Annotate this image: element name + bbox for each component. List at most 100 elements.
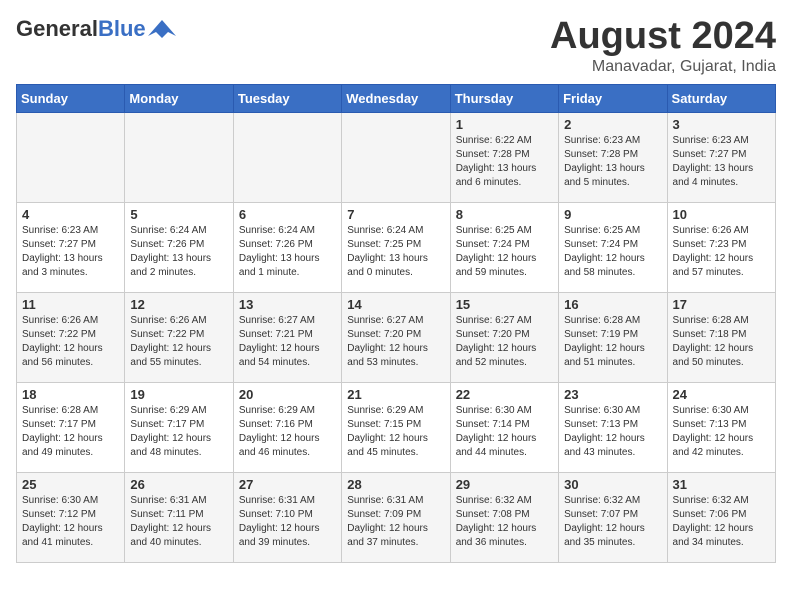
day-number: 24 [673,387,770,402]
subtitle: Manavadar, Gujarat, India [550,58,776,76]
calendar-day-header: Monday [125,84,233,112]
logo-text: GeneralBlue [16,16,146,42]
day-info: Sunrise: 6:25 AM Sunset: 7:24 PM Dayligh… [456,224,553,280]
day-info: Sunrise: 6:28 AM Sunset: 7:19 PM Dayligh… [564,314,661,370]
calendar-cell: 19 Sunrise: 6:29 AM Sunset: 7:17 PM Dayli… [125,382,233,472]
calendar-cell [17,112,125,202]
day-info: Sunrise: 6:28 AM Sunset: 7:18 PM Dayligh… [673,314,770,370]
calendar-day-header: Friday [559,84,667,112]
day-info: Sunrise: 6:32 AM Sunset: 7:08 PM Dayligh… [456,494,553,550]
day-info: Sunrise: 6:30 AM Sunset: 7:14 PM Dayligh… [456,404,553,460]
calendar-cell: 28Sunrise: 6:31 AM Sunset: 7:09 PM Dayli… [342,472,450,562]
calendar-cell: 9 Sunrise: 6:25 AM Sunset: 7:24 PM Daylig… [559,202,667,292]
calendar-table: SundayMondayTuesdayWednesdayThursdayFrid… [16,84,776,563]
logo-icon: GeneralBlue [16,16,176,42]
logo-bird-icon [148,18,176,40]
day-info: Sunrise: 6:32 AM Sunset: 7:07 PM Dayligh… [564,494,661,550]
calendar-cell: 11 Sunrise: 6:26 AM Sunset: 7:22 PM Dayli… [17,292,125,382]
day-info: Sunrise: 6:29 AM Sunset: 7:17 PM Dayligh… [130,404,227,460]
day-number: 4 [22,207,119,222]
day-info: Sunrise: 6:24 AM Sunset: 7:25 PM Dayligh… [347,224,444,280]
calendar-cell: 14Sunrise: 6:27 AM Sunset: 7:20 PM Dayli… [342,292,450,382]
day-number: 8 [456,207,553,222]
day-number: 3 [673,117,770,132]
day-info: Sunrise: 6:28 AM Sunset: 7:17 PM Dayligh… [22,404,119,460]
calendar-cell: 6 Sunrise: 6:24 AM Sunset: 7:26 PM Daylig… [233,202,341,292]
calendar-cell: 8 Sunrise: 6:25 AM Sunset: 7:24 PM Daylig… [450,202,558,292]
calendar-cell: 15Sunrise: 6:27 AM Sunset: 7:20 PM Dayli… [450,292,558,382]
calendar-cell: 24Sunrise: 6:30 AM Sunset: 7:13 PM Dayli… [667,382,775,472]
day-number: 6 [239,207,336,222]
day-info: Sunrise: 6:23 AM Sunset: 7:27 PM Dayligh… [22,224,119,280]
day-info: Sunrise: 6:23 AM Sunset: 7:28 PM Dayligh… [564,134,661,190]
day-number: 16 [564,297,661,312]
calendar-cell: 17 Sunrise: 6:28 AM Sunset: 7:18 PM Dayli… [667,292,775,382]
calendar-cell: 22 Sunrise: 6:30 AM Sunset: 7:14 PM Dayli… [450,382,558,472]
calendar-cell: 13Sunrise: 6:27 AM Sunset: 7:21 PM Dayli… [233,292,341,382]
calendar-cell: 23Sunrise: 6:30 AM Sunset: 7:13 PM Dayli… [559,382,667,472]
calendar-cell: 26Sunrise: 6:31 AM Sunset: 7:11 PM Dayli… [125,472,233,562]
day-info: Sunrise: 6:29 AM Sunset: 7:15 PM Dayligh… [347,404,444,460]
calendar-header-row: SundayMondayTuesdayWednesdayThursdayFrid… [17,84,776,112]
calendar-week-row: 4 Sunrise: 6:23 AM Sunset: 7:27 PM Daylig… [17,202,776,292]
calendar-day-header: Sunday [17,84,125,112]
day-number: 12 [130,297,227,312]
day-info: Sunrise: 6:22 AM Sunset: 7:28 PM Dayligh… [456,134,553,190]
calendar-cell [125,112,233,202]
main-title: August 2024 [550,16,776,58]
calendar-cell [233,112,341,202]
day-number: 2 [564,117,661,132]
calendar-cell: 7 Sunrise: 6:24 AM Sunset: 7:25 PM Daylig… [342,202,450,292]
page-header: GeneralBlue August 2024 Manavadar, Gujar… [16,16,776,76]
calendar-cell: 2 Sunrise: 6:23 AM Sunset: 7:28 PM Daylig… [559,112,667,202]
calendar-cell: 5Sunrise: 6:24 AM Sunset: 7:26 PM Daylig… [125,202,233,292]
calendar-cell: 30 Sunrise: 6:32 AM Sunset: 7:07 PM Dayli… [559,472,667,562]
day-number: 23 [564,387,661,402]
day-number: 21 [347,387,444,402]
calendar-day-header: Wednesday [342,84,450,112]
day-number: 18 [22,387,119,402]
day-number: 25 [22,477,119,492]
day-number: 17 [673,297,770,312]
calendar-day-header: Thursday [450,84,558,112]
day-number: 30 [564,477,661,492]
calendar-cell: 25 Sunrise: 6:30 AM Sunset: 7:12 PM Dayli… [17,472,125,562]
calendar-cell: 21 Sunrise: 6:29 AM Sunset: 7:15 PM Dayli… [342,382,450,472]
day-info: Sunrise: 6:26 AM Sunset: 7:23 PM Dayligh… [673,224,770,280]
calendar-cell: 18 Sunrise: 6:28 AM Sunset: 7:17 PM Dayli… [17,382,125,472]
day-info: Sunrise: 6:29 AM Sunset: 7:16 PM Dayligh… [239,404,336,460]
calendar-cell: 16 Sunrise: 6:28 AM Sunset: 7:19 PM Dayli… [559,292,667,382]
calendar-week-row: 11 Sunrise: 6:26 AM Sunset: 7:22 PM Dayli… [17,292,776,382]
day-info: Sunrise: 6:23 AM Sunset: 7:27 PM Dayligh… [673,134,770,190]
day-number: 28 [347,477,444,492]
calendar-cell: 4 Sunrise: 6:23 AM Sunset: 7:27 PM Daylig… [17,202,125,292]
calendar-week-row: 25 Sunrise: 6:30 AM Sunset: 7:12 PM Dayli… [17,472,776,562]
day-number: 7 [347,207,444,222]
day-number: 31 [673,477,770,492]
day-number: 19 [130,387,227,402]
day-info: Sunrise: 6:25 AM Sunset: 7:24 PM Dayligh… [564,224,661,280]
calendar-cell: 27Sunrise: 6:31 AM Sunset: 7:10 PM Dayli… [233,472,341,562]
day-info: Sunrise: 6:24 AM Sunset: 7:26 PM Dayligh… [239,224,336,280]
day-number: 14 [347,297,444,312]
day-info: Sunrise: 6:26 AM Sunset: 7:22 PM Dayligh… [130,314,227,370]
calendar-cell [342,112,450,202]
calendar-day-header: Saturday [667,84,775,112]
day-info: Sunrise: 6:27 AM Sunset: 7:20 PM Dayligh… [456,314,553,370]
calendar-cell: 12 Sunrise: 6:26 AM Sunset: 7:22 PM Dayli… [125,292,233,382]
day-info: Sunrise: 6:26 AM Sunset: 7:22 PM Dayligh… [22,314,119,370]
calendar-cell: 1 Sunrise: 6:22 AM Sunset: 7:28 PM Daylig… [450,112,558,202]
calendar-week-row: 1 Sunrise: 6:22 AM Sunset: 7:28 PM Daylig… [17,112,776,202]
day-number: 20 [239,387,336,402]
calendar-cell: 10Sunrise: 6:26 AM Sunset: 7:23 PM Dayli… [667,202,775,292]
calendar-cell: 3 Sunrise: 6:23 AM Sunset: 7:27 PM Daylig… [667,112,775,202]
day-number: 1 [456,117,553,132]
day-number: 13 [239,297,336,312]
day-number: 9 [564,207,661,222]
day-number: 22 [456,387,553,402]
day-info: Sunrise: 6:31 AM Sunset: 7:10 PM Dayligh… [239,494,336,550]
day-info: Sunrise: 6:24 AM Sunset: 7:26 PM Dayligh… [130,224,227,280]
calendar-day-header: Tuesday [233,84,341,112]
day-number: 11 [22,297,119,312]
day-info: Sunrise: 6:30 AM Sunset: 7:12 PM Dayligh… [22,494,119,550]
